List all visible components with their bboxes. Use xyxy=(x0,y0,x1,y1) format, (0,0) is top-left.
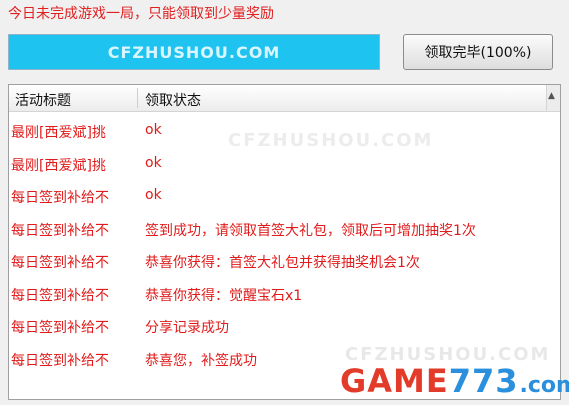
list-item[interactable]: 每日签到补给不 恭喜您，补签成功 xyxy=(9,340,560,373)
list-item[interactable]: 每日签到补给不 ok xyxy=(9,177,560,210)
list-item[interactable]: 每日签到补给不 恭喜你获得：首签大礼包并获得抽奖机会1次 xyxy=(9,242,560,275)
list-item[interactable]: 每日签到补给不 签到成功，请领取首签大礼包，领取后可增加抽奖1次 xyxy=(9,210,560,243)
list-item[interactable]: 每日签到补给不 恭喜你获得：觉醒宝石x1 xyxy=(9,275,560,308)
notice-text: 今日未完成游戏一局，只能领取到少量奖励 xyxy=(8,6,274,22)
activity-list[interactable]: 活动标题 领取状态 ▲ 最刚[西爱斌]挑 ok 最刚[西爱斌]挑 ok 每日签到… xyxy=(8,84,561,400)
column-divider[interactable] xyxy=(137,88,138,108)
claim-complete-button[interactable]: 领取完毕(100%) xyxy=(403,34,553,70)
list-item-status: ok xyxy=(145,122,162,138)
list-item-status: ok xyxy=(145,187,162,203)
chevron-up-icon: ▲ xyxy=(548,91,555,101)
list-item-status: 恭喜您，补签成功 xyxy=(145,352,257,369)
list-item-title: 每日签到补给不 xyxy=(11,320,109,336)
list-item-title: 最刚[西爱斌]挑 xyxy=(11,125,106,141)
list-item-title: 每日签到补给不 xyxy=(11,352,109,369)
list-item-status: ok xyxy=(145,154,162,171)
list-item-status: 分享记录成功 xyxy=(145,320,229,336)
list-item-status: 恭喜你获得：首签大礼包并获得抽奖机会1次 xyxy=(145,255,420,271)
list-item-title: 最刚[西爱斌]挑 xyxy=(11,157,106,174)
list-item[interactable]: 最刚[西爱斌]挑 ok xyxy=(9,145,560,178)
list-header: 活动标题 领取状态 ▲ xyxy=(9,85,560,112)
scrollbar-up[interactable]: ▲ xyxy=(546,85,560,111)
list-item-status: 签到成功，请领取首签大礼包，领取后可增加抽奖1次 xyxy=(145,222,476,239)
column-header-status[interactable]: 领取状态 xyxy=(145,90,201,110)
list-item-title: 每日签到补给不 xyxy=(11,190,109,206)
progress-bar: CFZHUSHOU.COM xyxy=(8,34,380,70)
progress-watermark: CFZHUSHOU.COM xyxy=(107,43,281,62)
list-item-status: 恭喜你获得：觉醒宝石x1 xyxy=(145,287,303,304)
list-item-title: 每日签到补给不 xyxy=(11,222,109,239)
list-item[interactable]: 每日签到补给不 分享记录成功 xyxy=(9,307,560,340)
list-item-title: 每日签到补给不 xyxy=(11,287,109,304)
list-item-title: 每日签到补给不 xyxy=(11,255,109,271)
column-header-title[interactable]: 活动标题 xyxy=(15,90,71,110)
list-item[interactable]: 最刚[西爱斌]挑 ok xyxy=(9,112,560,145)
